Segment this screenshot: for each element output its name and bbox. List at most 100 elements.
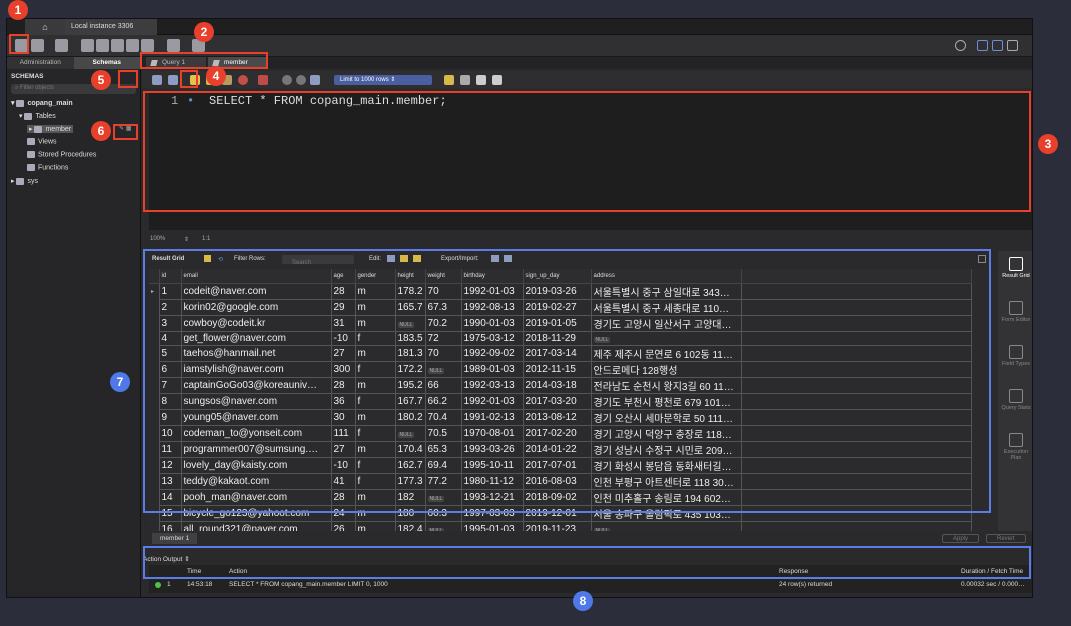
table-cell[interactable]: 2019-02-27 [522, 298, 592, 316]
column-header[interactable]: id [159, 269, 182, 284]
tab-member-1[interactable]: member 1 [152, 533, 198, 544]
table-cell[interactable]: m [354, 345, 396, 363]
table-cell[interactable]: 1975-03-12 [460, 330, 524, 347]
table-cell[interactable]: 2018-11-29 [522, 330, 592, 347]
column-header[interactable]: weight [425, 269, 462, 284]
tree-item-member[interactable]: ▸ member [27, 125, 74, 133]
table-cell[interactable]: 70.2 [424, 314, 462, 332]
table-cell[interactable]: 안드로메다 128행성 [590, 361, 742, 379]
table-cell[interactable]: 165.7 [394, 298, 426, 316]
table-cell[interactable]: m [354, 298, 396, 316]
column-header[interactable]: address [591, 269, 742, 284]
column-header[interactable]: birthday [461, 269, 524, 284]
tab-query-1[interactable]: Query 1 [146, 57, 206, 69]
table-cell[interactable]: 2013-08-12 [522, 409, 592, 427]
table-cell[interactable]: 30 [330, 409, 356, 427]
table-cell[interactable]: 2019-11-23 [522, 521, 592, 531]
tab-administration[interactable]: Administration [7, 57, 74, 69]
table-cell[interactable]: 1990-01-03 [460, 314, 524, 332]
create-table-icon[interactable] [96, 39, 109, 52]
table-cell[interactable]: 182 [394, 489, 426, 507]
filter-objects-input[interactable]: ⌕ Filter objects [11, 84, 136, 94]
table-cell[interactable]: programmer007@sumsung.… [180, 441, 332, 459]
table-cell[interactable]: 16 [158, 521, 182, 531]
tree-item-views[interactable]: Views [27, 138, 57, 145]
table-cell[interactable]: 1993-12-21 [460, 489, 524, 507]
table-cell[interactable]: 경기 성남시 수정구 시민로 209… [590, 441, 742, 459]
result-grid[interactable]: id email age gender height weight birthday sign… [149, 269, 996, 531]
table-cell[interactable]: 2 [158, 298, 182, 316]
table-cell[interactable]: codeit@naver.com [180, 282, 332, 300]
table-cell[interactable]: m [354, 489, 396, 507]
table-cell[interactable]: 180 [394, 505, 426, 523]
commit-icon[interactable] [282, 75, 292, 85]
apply-button[interactable]: Apply [942, 534, 980, 543]
table-cell[interactable]: 인천 부평구 아트센터로 118 30… [590, 473, 742, 491]
column-header[interactable]: age [331, 269, 356, 284]
table-cell[interactable]: NULL [590, 330, 742, 347]
table-row[interactable]: 15 bicycle_go123@yahoot.com 24 m 180 60.3 1997… [149, 505, 972, 523]
table-cell[interactable]: 180.2 [394, 409, 426, 427]
table-cell[interactable]: 9 [158, 409, 182, 427]
table-cell[interactable]: korin02@google.com [180, 298, 332, 316]
table-row[interactable]: 12 lovely_day@kaisty.com -10 f 162.7 69.4 1995… [149, 457, 972, 475]
table-cell[interactable]: 8 [158, 393, 182, 411]
table-cell[interactable]: 15 [158, 505, 182, 523]
table-cell[interactable]: m [354, 505, 396, 523]
table-cell[interactable]: 1992-01-03 [460, 393, 524, 411]
table-cell[interactable]: 300 [330, 361, 356, 379]
table-row[interactable]: 14 pooh_man@naver.com 28 m 182 NULL 1993-12-21… [149, 489, 972, 507]
tree-item-sys[interactable]: ▸ sys [11, 177, 38, 185]
invisible-chars-icon[interactable] [476, 75, 486, 85]
table-cell[interactable]: 12 [158, 457, 182, 475]
table-cell[interactable]: iamstylish@naver.com [180, 361, 332, 379]
table-cell[interactable]: 77.2 [424, 473, 462, 491]
table-row[interactable]: 2 korin02@google.com 29 m 165.7 67.3 1992-08-1… [149, 298, 972, 316]
home-tab[interactable]: ⌂ [25, 19, 65, 35]
table-row[interactable]: 10 codeman_to@yonseit.com 111 f NULL 70.5 1970… [149, 425, 972, 443]
table-cell[interactable]: f [354, 457, 396, 475]
table-cell[interactable]: 2018-09-02 [522, 489, 592, 507]
tree-item-copang-main[interactable]: ▾ copang_main [11, 99, 73, 107]
tab-schemas[interactable]: Schemas [73, 57, 140, 69]
table-row[interactable]: ▸ 1 codeit@naver.com 28 m 178.2 70 1992-01-03 20… [149, 282, 972, 300]
grid-icon[interactable] [204, 255, 211, 262]
column-header[interactable]: sign_up_day [523, 269, 592, 284]
table-cell[interactable]: 170.4 [394, 441, 426, 459]
table-cell[interactable]: 66 [424, 377, 462, 395]
table-cell[interactable]: captainGoGo03@koreauniv… [180, 377, 332, 395]
table-cell[interactable]: 서울특별시 중구 세종대로 110… [590, 298, 742, 316]
table-row[interactable]: 7 captainGoGo03@koreauniv… 28 m 195.2 66 1992-… [149, 377, 972, 395]
table-cell[interactable]: sungsos@naver.com [180, 393, 332, 411]
table-cell[interactable]: 2014-01-22 [522, 441, 592, 459]
table-cell[interactable]: NULL [394, 314, 426, 332]
side-form-editor[interactable]: Form Editor [998, 301, 1032, 323]
tree-item-functions[interactable]: Functions [27, 164, 68, 171]
table-cell[interactable]: 70 [424, 282, 462, 300]
stop-icon[interactable] [238, 75, 248, 85]
table-cell[interactable]: 41 [330, 473, 356, 491]
table-cell[interactable]: 2019-03-26 [522, 282, 592, 300]
revert-button[interactable]: Revert [986, 534, 1026, 543]
table-cell[interactable]: 178.2 [394, 282, 426, 300]
inspector-icon[interactable] [55, 39, 68, 52]
create-view-icon[interactable] [111, 39, 124, 52]
table-cell[interactable]: 2012-11-15 [522, 361, 592, 379]
table-cell[interactable]: 1991-02-13 [460, 409, 524, 427]
table-cell[interactable]: 167.7 [394, 393, 426, 411]
table-cell[interactable]: 70 [424, 345, 462, 363]
table-cell[interactable]: codeman_to@yonseit.com [180, 425, 332, 443]
table-cell[interactable]: m [354, 282, 396, 300]
toggle-output-icon[interactable] [992, 40, 1003, 51]
table-cell[interactable]: 2017-03-14 [522, 345, 592, 363]
side-execution-plan[interactable]: Execution Plan [998, 433, 1032, 461]
table-cell[interactable]: 1995-10-11 [460, 457, 524, 475]
sql-code[interactable]: SELECT * FROM copang_main.member; [209, 94, 447, 108]
table-cell[interactable]: 1992-08-13 [460, 298, 524, 316]
table-cell[interactable]: 72 [424, 330, 462, 347]
table-row[interactable]: 6 iamstylish@naver.com 300 f 172.2 NULL 1989-0… [149, 361, 972, 379]
table-cell[interactable]: 경기 화성시 봉담읍 동화새터길… [590, 457, 742, 475]
edit-row-icon[interactable] [387, 255, 395, 262]
search-table-icon[interactable] [167, 39, 180, 52]
table-cell[interactable]: 1992-01-03 [460, 282, 524, 300]
